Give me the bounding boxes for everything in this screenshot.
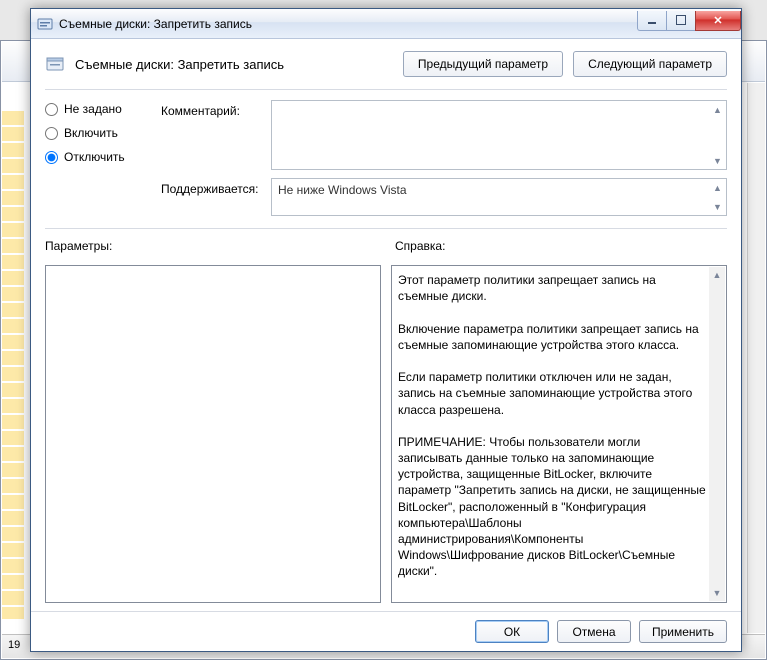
previous-setting-button[interactable]: Предыдущий параметр xyxy=(403,51,563,77)
window-title: Съемные диски: Запретить запись xyxy=(59,17,638,31)
scroll-up-icon[interactable]: ▲ xyxy=(710,102,725,117)
radio-not-configured-input[interactable] xyxy=(45,103,58,116)
statusbar-count: 19 xyxy=(8,639,20,651)
options-content xyxy=(52,272,360,596)
scroll-down-icon[interactable]: ▼ xyxy=(709,585,725,601)
policy-settings-dialog: Съемные диски: Запретить запись Съемные … xyxy=(30,8,742,652)
help-scrollbar[interactable]: ▲ ▼ xyxy=(709,267,725,601)
scroll-up-icon[interactable]: ▲ xyxy=(710,180,725,195)
dialog-footer: ОК Отмена Применить xyxy=(31,611,741,651)
page-title: Съемные диски: Запретить запись xyxy=(75,57,393,72)
divider xyxy=(45,228,727,229)
radio-enabled[interactable]: Включить xyxy=(45,126,145,140)
cancel-button[interactable]: Отмена xyxy=(557,620,631,643)
radio-not-configured-label: Не задано xyxy=(64,102,122,116)
supported-textbox: Не ниже Windows Vista ▲ ▼ xyxy=(271,178,727,216)
window-buttons xyxy=(638,11,741,31)
comment-label: Комментарий: xyxy=(161,100,271,118)
close-button[interactable] xyxy=(695,11,741,31)
scroll-down-icon[interactable]: ▼ xyxy=(710,153,725,168)
radio-enabled-label: Включить xyxy=(64,126,118,140)
titlebar[interactable]: Съемные диски: Запретить запись xyxy=(31,9,741,39)
radio-disabled-input[interactable] xyxy=(45,151,58,164)
supported-scrollbar[interactable]: ▲ ▼ xyxy=(710,180,725,214)
comment-scrollbar[interactable]: ▲ ▼ xyxy=(710,102,725,168)
help-content: Этот параметр политики запрещает запись … xyxy=(398,272,706,596)
background-sidebar xyxy=(2,111,24,619)
state-radio-group: Не задано Включить Отключить xyxy=(45,100,145,216)
apply-button[interactable]: Применить xyxy=(639,620,727,643)
settings-icon xyxy=(45,54,65,74)
next-setting-button[interactable]: Следующий параметр xyxy=(573,51,727,77)
ok-button[interactable]: ОК xyxy=(475,620,549,643)
comment-textbox[interactable]: ▲ ▼ xyxy=(271,100,727,170)
comment-value xyxy=(272,101,726,109)
options-label: Параметры: xyxy=(45,239,377,253)
divider xyxy=(45,89,727,90)
options-pane xyxy=(45,265,381,603)
radio-not-configured[interactable]: Не задано xyxy=(45,102,145,116)
policy-icon xyxy=(37,16,53,32)
background-scrollbar xyxy=(747,83,765,633)
supported-label: Поддерживается: xyxy=(161,178,271,196)
radio-enabled-input[interactable] xyxy=(45,127,58,140)
scroll-down-icon[interactable]: ▼ xyxy=(710,199,725,214)
maximize-button[interactable] xyxy=(666,11,696,31)
minimize-button[interactable] xyxy=(637,11,667,31)
help-label: Справка: xyxy=(395,239,727,253)
help-pane: Этот параметр политики запрещает запись … xyxy=(391,265,727,603)
supported-value: Не ниже Windows Vista xyxy=(272,179,726,201)
scroll-up-icon[interactable]: ▲ xyxy=(709,267,725,283)
radio-disabled-label: Отключить xyxy=(64,150,125,164)
radio-disabled[interactable]: Отключить xyxy=(45,150,145,164)
